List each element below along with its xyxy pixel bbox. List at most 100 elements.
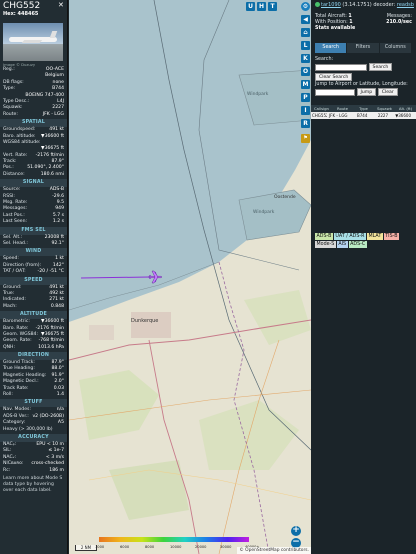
- tar1090-link[interactable]: tar1090: [321, 2, 341, 8]
- aircraft-details: Reg.: OO-ACE Belgium DB flags: none Type: B744…: [0, 67, 67, 118]
- search-form: Search: Search Clear Search Jump to Airp…: [311, 53, 416, 101]
- table-row[interactable]: CHG552 JFK - LGG B744 2227 ▼36600: [311, 111, 416, 119]
- detail-label: Heavy (> 300,000 lb): [3, 426, 53, 432]
- map-button-k[interactable]: K: [301, 54, 310, 63]
- column-squawk[interactable]: Squawk: [374, 105, 395, 112]
- stats-available-link[interactable]: Stats available: [315, 26, 355, 31]
- tab-search[interactable]: Search: [315, 43, 347, 53]
- stats-block: Total Aircraft: 1 Messages: With Positio…: [311, 11, 416, 35]
- version-text: (3.14.1751) decoder:: [340, 2, 396, 8]
- section-header: FMS SEL: [0, 226, 67, 235]
- detail-label: Last Seen:: [3, 219, 28, 225]
- detail-value: 1.2 s: [52, 219, 64, 225]
- version-bar: tar1090 (3.14.1751) decoder: readsb: [311, 0, 416, 11]
- tab-columns[interactable]: Columns: [379, 43, 411, 53]
- column-altitude[interactable]: Alt. (ft): [395, 105, 416, 112]
- detail-label: Sel. Head.:: [3, 240, 28, 246]
- tab-filters[interactable]: Filters: [347, 43, 379, 53]
- toggle-sidebar-icon[interactable]: ◀: [301, 15, 310, 24]
- map-label-ostend: Oostende: [274, 195, 296, 200]
- detail-label: WGS84 altitude:: [3, 139, 41, 145]
- map-button-t[interactable]: T: [268, 2, 277, 11]
- map-button-r[interactable]: R: [301, 119, 310, 128]
- decoder-link[interactable]: readsb: [397, 2, 414, 8]
- aircraft-callsign[interactable]: CHG552: [3, 1, 64, 11]
- detail-label: Distance:: [3, 171, 25, 177]
- aircraft-hex: Hex: 448465: [3, 11, 39, 17]
- reset-map-icon[interactable]: ⌂: [301, 28, 310, 37]
- section-row: Roll: 1.4: [0, 392, 67, 398]
- selected-aircraft-panel: CHG552 Hex: 448465 ✕ Image © Duzuzy Reg.…: [0, 0, 68, 554]
- search-input[interactable]: [315, 63, 367, 71]
- detail-value: -20 / -51 °C: [37, 269, 64, 275]
- section-row: QNH: 1013.6 hPa: [0, 345, 67, 351]
- detail-label: QNH:: [3, 344, 16, 350]
- detail-row: Route: JFK - LGG: [0, 112, 67, 118]
- map-canvas: [69, 0, 311, 554]
- row-callsign: CHG552: [312, 112, 327, 118]
- section-row: Sel. Head.: 92.1°: [0, 241, 67, 247]
- clear-search-button[interactable]: Clear Search: [315, 72, 353, 81]
- aircraft-photo[interactable]: [3, 23, 63, 61]
- section-header: ACCURACY: [0, 433, 67, 442]
- map-button-p[interactable]: P: [301, 93, 310, 102]
- detail-value: A5: [57, 420, 64, 426]
- map-button-l[interactable]: L: [301, 41, 310, 50]
- detail-value: 1013.6 hPa: [38, 344, 64, 350]
- messages-value: 210.0/sec: [386, 20, 412, 25]
- source-chip: ADS-C: [348, 240, 367, 248]
- map-button-u[interactable]: U: [246, 2, 255, 11]
- detail-value: 1.4: [56, 392, 64, 398]
- footer-note: Learn more about Mode S data type by hov…: [3, 475, 63, 493]
- infoblock-header: CHG552 Hex: 448465 ✕: [0, 0, 67, 20]
- layer-button-column: ⚙ ◀ ⌂ L K O M P I R ⚑: [300, 0, 311, 554]
- colorbar-tick: 10000: [170, 545, 182, 549]
- section-row: Mach: 0.848: [0, 304, 67, 310]
- with-position-value: 1: [349, 20, 353, 25]
- row-route: JFK - LGG: [329, 112, 348, 118]
- colorbar-tick: 30000: [220, 545, 232, 549]
- search-button[interactable]: Search: [368, 63, 393, 71]
- detail-value: 186 m: [49, 467, 64, 473]
- colorbar-tick: 6000: [120, 545, 130, 549]
- source-chip: MLAT: [366, 232, 383, 240]
- map-button-i[interactable]: I: [301, 106, 310, 115]
- close-icon[interactable]: ✕: [58, 2, 65, 9]
- detail-label: TAT / OAT:: [3, 269, 26, 275]
- map-button-m[interactable]: M: [301, 80, 310, 89]
- source-chip: Mode-S: [315, 240, 336, 248]
- row-squawk: 2227: [377, 112, 388, 118]
- flag-icon[interactable]: ⚑: [301, 134, 310, 143]
- status-dot-icon: [315, 2, 320, 7]
- clear-button[interactable]: Clear: [377, 88, 398, 96]
- section-row: Heavy (> 300,000 lb): [0, 427, 67, 433]
- detail-label: Route:: [3, 111, 18, 117]
- section-row: Last Seen: 1.2 s: [0, 219, 67, 225]
- settings-gear-icon[interactable]: ⚙: [301, 2, 310, 11]
- row-type: B744: [357, 112, 368, 118]
- aircraft-table-header: Callsign Route Type Squawk Alt. (ft): [311, 104, 416, 112]
- detail-value: 92.1°: [51, 240, 64, 246]
- source-chip: ADS-B: [315, 232, 333, 240]
- section-row: TAT / OAT: -20 / -51 °C: [0, 269, 67, 275]
- jump-button[interactable]: Jump: [356, 88, 377, 96]
- section-header: SPATIAL: [0, 119, 67, 128]
- with-position-label: With Position:: [315, 20, 348, 25]
- section-header: DIRECTION: [0, 352, 67, 361]
- detail-value: 0.848: [50, 303, 64, 309]
- map-button-h[interactable]: H: [257, 2, 266, 11]
- aircraft-sections: SPATIAL Groundspeed: 491 kt Baro. altitude:…: [0, 119, 67, 474]
- column-type[interactable]: Type: [353, 105, 374, 112]
- total-aircraft-label: Total Aircraft:: [315, 14, 347, 19]
- colorbar-tick: 8000: [145, 545, 155, 549]
- map-button-o[interactable]: O: [301, 67, 310, 76]
- column-route[interactable]: Route: [332, 105, 353, 112]
- jump-input[interactable]: [315, 88, 355, 96]
- detail-value: JFK - LGG: [42, 111, 64, 117]
- section-header: ALTITUDE: [0, 311, 67, 320]
- map-view[interactable]: Windpark Windpark Dunkerque Oostende U H…: [69, 0, 311, 554]
- column-callsign[interactable]: Callsign: [311, 105, 332, 112]
- map-label-dunkerque: Dunkerque: [131, 318, 159, 324]
- altitude-colorbar: [99, 537, 249, 542]
- map-label-windpark-1: Windpark: [247, 92, 269, 97]
